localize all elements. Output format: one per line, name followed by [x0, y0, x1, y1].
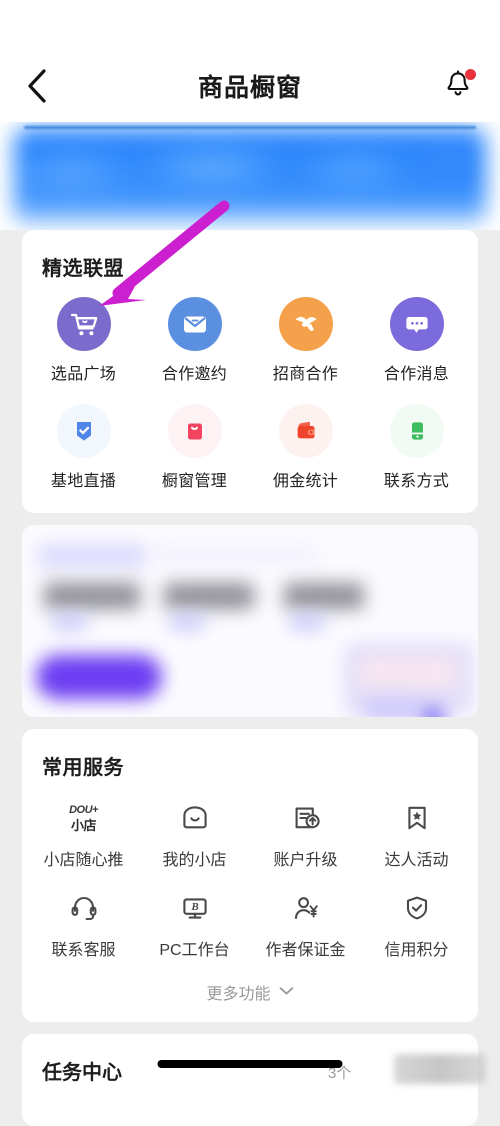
task-center-title: 任务中心 — [42, 1062, 122, 1084]
service-item-label: 信用积分 — [384, 942, 449, 959]
service-item-label: 达人活动 — [384, 852, 449, 869]
promo-blur-side-img — [358, 657, 458, 687]
back-button[interactable] — [18, 67, 56, 105]
services-grid-row-1: DOU+ 小店 小店随心推 我的小店 账户升级 达人活动 — [22, 780, 478, 870]
douplus-logo-top: DOU+ — [69, 803, 98, 816]
promo-blur-head — [38, 545, 146, 567]
promo-blur-side-tag — [364, 701, 420, 717]
alliance-card: 精选联盟 选品广场 合作邀约 招商合作 合作消息 基地直播 橱窗管理 佣金统计 … — [22, 230, 478, 513]
promo-blur-number — [44, 583, 140, 609]
shopping-cart-icon — [56, 297, 111, 351]
person-yuan-icon — [290, 888, 322, 928]
services-grid-row-2: 联系客服 B PC工作台 作者保证金 信用积分 — [22, 870, 478, 960]
alliance-item-label: 橱窗管理 — [161, 473, 228, 490]
page-title: 商品橱窗 — [197, 74, 302, 102]
alliance-item-jidizhibo[interactable]: 基地直播 — [28, 404, 139, 491]
alliance-item-chuangguanguanli[interactable]: 橱窗管理 — [139, 404, 250, 491]
alliance-item-xuanpin[interactable]: 选品广场 — [28, 297, 139, 384]
notification-button[interactable] — [438, 66, 478, 106]
service-item-xinyongjifen[interactable]: 信用积分 — [361, 888, 472, 960]
promo-blur-sub — [290, 615, 324, 629]
handshake-icon — [278, 297, 333, 351]
promo-blur-number — [164, 583, 254, 609]
service-item-darenhuodong[interactable]: 达人活动 — [361, 798, 472, 870]
storefront-icon — [179, 798, 211, 838]
chat-bubble-icon — [389, 297, 444, 351]
shopping-bag-icon — [167, 404, 222, 458]
service-item-label: 我的小店 — [162, 852, 227, 869]
alliance-item-hezuoyaoyue[interactable]: 合作邀约 — [139, 297, 250, 384]
alliance-item-lianxifangshi[interactable]: 联系方式 — [361, 404, 472, 491]
services-card: 常用服务 DOU+ 小店 小店随心推 我的小店 账户升级 达人活动 联系客服 B… — [22, 729, 478, 1022]
chevron-down-icon — [279, 983, 294, 1001]
service-item-label: 小店随心推 — [43, 852, 124, 869]
service-item-label: PC工作台 — [159, 942, 230, 959]
promo-blur-number — [284, 583, 364, 609]
service-item-pcgongzuotai[interactable]: B PC工作台 — [139, 888, 250, 960]
douplus-logo-bottom: 小店 — [70, 817, 97, 833]
phone-device-icon — [389, 404, 444, 458]
wallet-icon — [278, 404, 333, 458]
service-item-zhanghushengji[interactable]: 账户升级 — [250, 798, 361, 870]
shield-check-outline-icon — [401, 888, 433, 928]
monitor-b-icon: B — [179, 888, 211, 928]
bookmark-star-icon — [401, 798, 433, 838]
alliance-item-label: 基地直播 — [50, 473, 117, 490]
promo-blur-sub — [52, 615, 86, 629]
alliance-item-label: 联系方式 — [383, 473, 450, 490]
notification-badge-dot — [465, 69, 476, 80]
more-functions-label: 更多功能 — [206, 986, 271, 1003]
alliance-item-label: 招商合作 — [272, 366, 339, 383]
headset-icon — [68, 888, 100, 928]
alliance-grid-row-1: 选品广场 合作邀约 招商合作 合作消息 — [22, 281, 478, 390]
page-header: 商品橱窗 — [0, 50, 500, 122]
alliance-item-label: 合作消息 — [383, 366, 450, 383]
alliance-item-zhaoshang[interactable]: 招商合作 — [250, 297, 361, 384]
service-item-lianxikefu[interactable]: 联系客服 — [28, 888, 139, 960]
alliance-item-label: 佣金统计 — [272, 473, 339, 490]
services-title: 常用服务 — [42, 757, 124, 779]
alliance-title: 精选联盟 — [42, 258, 124, 280]
service-item-label: 账户升级 — [273, 852, 338, 869]
service-item-label: 联系客服 — [51, 942, 116, 959]
alliance-item-hezuoxiaoxi[interactable]: 合作消息 — [361, 297, 472, 384]
banner-blurred-content — [14, 128, 486, 226]
status-bar — [0, 0, 500, 50]
envelope-icon — [167, 297, 222, 351]
service-item-xiaodiansuixintui[interactable]: DOU+ 小店 小店随心推 — [28, 798, 139, 870]
promo-blur-button — [36, 655, 162, 699]
alliance-item-yongjintongji[interactable]: 佣金统计 — [250, 404, 361, 491]
more-functions-button[interactable]: 更多功能 — [22, 960, 478, 1022]
task-center-card[interactable]: 任务中心 3个 — [22, 1034, 486, 1126]
home-indicator — [157, 1060, 343, 1068]
banner-top-edge — [24, 126, 476, 129]
douplus-shop-icon: DOU+ 小店 — [69, 798, 98, 838]
document-upgrade-icon — [290, 798, 322, 838]
shield-check-icon — [56, 404, 111, 458]
service-item-zuozhebaozhengjin[interactable]: 作者保证金 — [250, 888, 361, 960]
chevron-left-icon — [27, 69, 47, 103]
service-item-label: 作者保证金 — [265, 942, 346, 959]
svg-text:B: B — [190, 901, 198, 913]
promo-banner[interactable] — [0, 122, 500, 230]
stats-promo-card[interactable] — [22, 525, 478, 717]
service-item-wodexiaodian[interactable]: 我的小店 — [139, 798, 250, 870]
alliance-item-label: 选品广场 — [50, 366, 117, 383]
promo-blur-sub — [170, 615, 204, 629]
promo-blur-head2 — [152, 547, 320, 561]
alliance-grid-row-2: 基地直播 橱窗管理 佣金统计 联系方式 — [22, 390, 478, 513]
alliance-item-label: 合作邀约 — [161, 366, 228, 383]
task-center-blurred-text — [394, 1054, 486, 1084]
